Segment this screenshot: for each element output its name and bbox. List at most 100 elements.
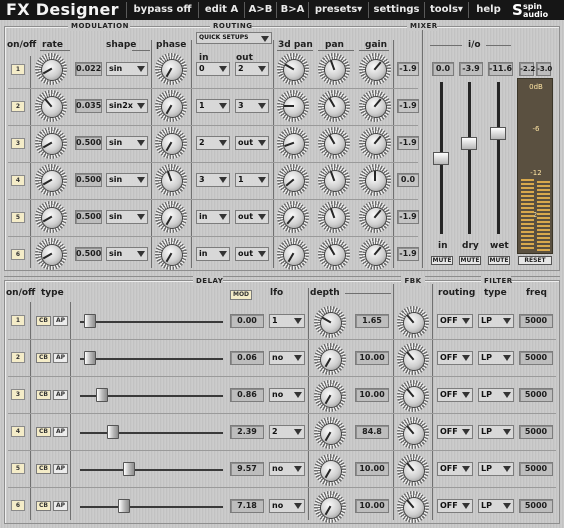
shape-dropdown[interactable]: sin bbox=[106, 173, 148, 187]
lfo-dropdown[interactable]: no bbox=[269, 499, 305, 513]
help-menu[interactable]: help bbox=[468, 2, 508, 18]
rate-knob[interactable] bbox=[35, 164, 67, 196]
filter-routing-dropdown[interactable]: OFF bbox=[437, 462, 473, 476]
shape-dropdown[interactable]: sin2x bbox=[106, 99, 148, 113]
ap-toggle-button[interactable]: AP bbox=[53, 353, 68, 363]
routing-in-dropdown[interactable]: 2 bbox=[196, 136, 230, 150]
routing-in-dropdown[interactable]: in bbox=[196, 247, 230, 261]
cb-toggle-button[interactable]: CB bbox=[36, 353, 51, 363]
shape-dropdown[interactable]: sin bbox=[106, 136, 148, 150]
delay-slider-thumb[interactable] bbox=[118, 499, 130, 513]
filter-type-dropdown[interactable]: LP bbox=[478, 351, 514, 365]
mod-row-2-onoff-toggle[interactable]: 2 bbox=[11, 101, 25, 112]
wet-mute-button[interactable]: MUTE bbox=[488, 256, 510, 265]
depth-knob[interactable] bbox=[314, 454, 346, 486]
pan3d-knob[interactable] bbox=[277, 127, 309, 159]
depth-knob[interactable] bbox=[314, 380, 346, 412]
delay-row-2-onoff-toggle[interactable]: 2 bbox=[11, 352, 25, 363]
delay-row-4-onoff-toggle[interactable]: 4 bbox=[11, 426, 25, 437]
routing-in-dropdown[interactable]: 0 bbox=[196, 62, 230, 76]
pan3d-knob[interactable] bbox=[277, 53, 309, 85]
pan-knob[interactable] bbox=[318, 201, 350, 233]
b-to-a-menu[interactable]: B>A bbox=[276, 2, 308, 18]
ap-toggle-button[interactable]: AP bbox=[53, 501, 68, 511]
delay-slider-thumb[interactable] bbox=[123, 462, 135, 476]
gain-knob[interactable] bbox=[359, 53, 391, 85]
routing-out-dropdown[interactable]: out bbox=[235, 136, 269, 150]
pan-knob[interactable] bbox=[318, 164, 350, 196]
routing-out-dropdown[interactable]: out bbox=[235, 247, 269, 261]
pan3d-knob[interactable] bbox=[277, 201, 309, 233]
mod-row-6-onoff-toggle[interactable]: 6 bbox=[11, 249, 25, 260]
routing-out-dropdown[interactable]: 2 bbox=[235, 62, 269, 76]
gain-knob[interactable] bbox=[359, 127, 391, 159]
pan3d-knob[interactable] bbox=[277, 164, 309, 196]
phase-knob[interactable] bbox=[155, 164, 187, 196]
depth-knob[interactable] bbox=[314, 343, 346, 375]
gain-knob[interactable] bbox=[359, 201, 391, 233]
mod-row-5-onoff-toggle[interactable]: 5 bbox=[11, 212, 25, 223]
cb-toggle-button[interactable]: CB bbox=[36, 390, 51, 400]
delay-slider-thumb[interactable] bbox=[84, 351, 96, 365]
filter-type-dropdown[interactable]: LP bbox=[478, 499, 514, 513]
in-fader-thumb[interactable] bbox=[433, 152, 449, 165]
delay-row-5-onoff-toggle[interactable]: 5 bbox=[11, 463, 25, 474]
mod-toggle-button[interactable]: MOD bbox=[230, 290, 252, 300]
feedback-knob[interactable] bbox=[397, 417, 429, 449]
lfo-dropdown[interactable]: no bbox=[269, 351, 305, 365]
pan3d-knob[interactable] bbox=[277, 238, 309, 270]
filter-routing-dropdown[interactable]: OFF bbox=[437, 388, 473, 402]
settings-menu[interactable]: settings bbox=[368, 2, 424, 18]
depth-knob[interactable] bbox=[314, 306, 346, 338]
ap-toggle-button[interactable]: AP bbox=[53, 427, 68, 437]
gain-knob[interactable] bbox=[359, 90, 391, 122]
routing-in-dropdown[interactable]: 3 bbox=[196, 173, 230, 187]
pan-knob[interactable] bbox=[318, 90, 350, 122]
filter-routing-dropdown[interactable]: OFF bbox=[437, 351, 473, 365]
filter-type-dropdown[interactable]: LP bbox=[478, 425, 514, 439]
lfo-dropdown[interactable]: no bbox=[269, 462, 305, 476]
gain-knob[interactable] bbox=[359, 164, 391, 196]
ap-toggle-button[interactable]: AP bbox=[53, 316, 68, 326]
phase-knob[interactable] bbox=[155, 201, 187, 233]
rate-knob[interactable] bbox=[35, 53, 67, 85]
depth-knob[interactable] bbox=[314, 491, 346, 523]
shape-dropdown[interactable]: sin bbox=[106, 62, 148, 76]
shape-dropdown[interactable]: sin bbox=[106, 210, 148, 224]
meter-reset-button[interactable]: RESET bbox=[518, 256, 552, 265]
phase-knob[interactable] bbox=[155, 53, 187, 85]
rate-knob[interactable] bbox=[35, 238, 67, 270]
filter-routing-dropdown[interactable]: OFF bbox=[437, 499, 473, 513]
delay-row-3-onoff-toggle[interactable]: 3 bbox=[11, 389, 25, 400]
mod-row-3-onoff-toggle[interactable]: 3 bbox=[11, 138, 25, 149]
ap-toggle-button[interactable]: AP bbox=[53, 464, 68, 474]
a-to-b-menu[interactable]: A>B bbox=[244, 2, 276, 18]
edit-a-menu[interactable]: edit A bbox=[198, 2, 244, 18]
feedback-knob[interactable] bbox=[397, 491, 429, 523]
lfo-dropdown[interactable]: no bbox=[269, 388, 305, 402]
mod-row-1-onoff-toggle[interactable]: 1 bbox=[11, 64, 25, 75]
feedback-knob[interactable] bbox=[397, 454, 429, 486]
routing-out-dropdown[interactable]: 1 bbox=[235, 173, 269, 187]
dry-fader-thumb[interactable] bbox=[461, 137, 477, 150]
pan3d-knob[interactable] bbox=[277, 90, 309, 122]
shape-dropdown[interactable]: sin bbox=[106, 247, 148, 261]
filter-routing-dropdown[interactable]: OFF bbox=[437, 425, 473, 439]
gain-knob[interactable] bbox=[359, 238, 391, 270]
feedback-knob[interactable] bbox=[397, 380, 429, 412]
delay-slider-thumb[interactable] bbox=[84, 314, 96, 328]
in-mute-button[interactable]: MUTE bbox=[431, 256, 453, 265]
lfo-dropdown[interactable]: 2 bbox=[269, 425, 305, 439]
depth-knob[interactable] bbox=[314, 417, 346, 449]
phase-knob[interactable] bbox=[155, 238, 187, 270]
bypass-menu[interactable]: bypass off bbox=[126, 2, 198, 18]
rate-knob[interactable] bbox=[35, 201, 67, 233]
delay-row-1-onoff-toggle[interactable]: 1 bbox=[11, 315, 25, 326]
pan-knob[interactable] bbox=[318, 238, 350, 270]
cb-toggle-button[interactable]: CB bbox=[36, 464, 51, 474]
filter-type-dropdown[interactable]: LP bbox=[478, 388, 514, 402]
cb-toggle-button[interactable]: CB bbox=[36, 316, 51, 326]
ap-toggle-button[interactable]: AP bbox=[53, 390, 68, 400]
delay-row-6-onoff-toggle[interactable]: 6 bbox=[11, 500, 25, 511]
routing-out-dropdown[interactable]: out bbox=[235, 210, 269, 224]
